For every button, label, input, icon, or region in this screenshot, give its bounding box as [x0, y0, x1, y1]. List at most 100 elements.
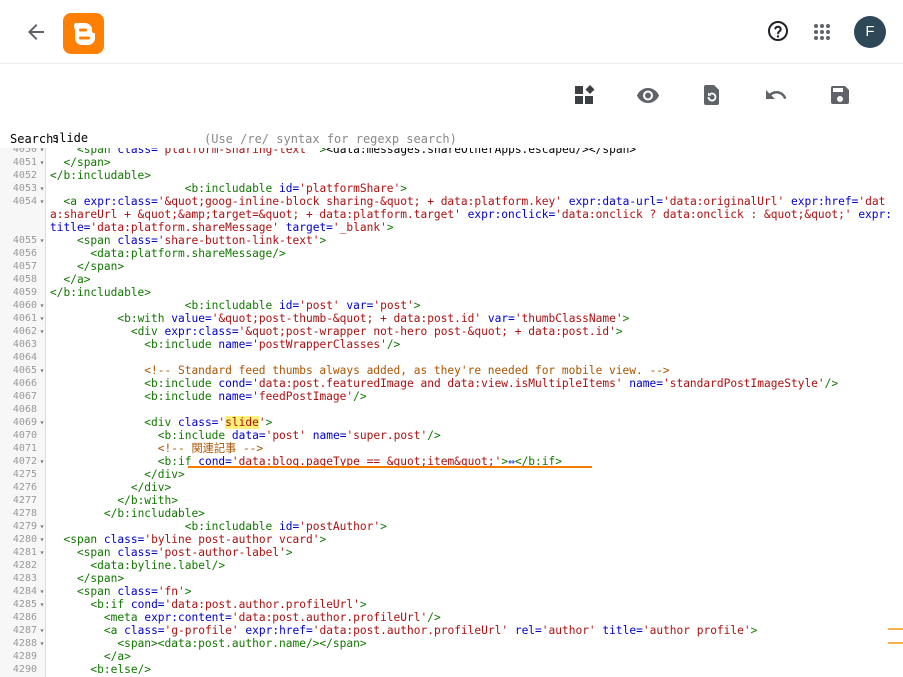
line-number: 4278 — [12, 508, 37, 519]
code-text: <span class='post-author-label'> — [50, 546, 895, 559]
fold-toggle-icon[interactable]: ▾ — [38, 455, 46, 468]
fold-toggle-icon[interactable]: ▾ — [38, 520, 46, 533]
fold-toggle-icon[interactable]: ▾ — [38, 195, 46, 208]
code-line[interactable]: 4057 </span> — [0, 260, 903, 273]
code-token: expr:data-url= — [568, 195, 663, 208]
code-line[interactable]: 4052 </b:includable> — [0, 169, 903, 182]
code-line[interactable]: 4279 ▾ <b:includable id='postAuthor'> — [0, 520, 903, 533]
fold-toggle-icon[interactable]: ▾ — [38, 234, 46, 247]
code-line[interactable]: 4288 ▾ <span><data:post.author.name/></sp… — [0, 637, 903, 650]
help-circle-icon[interactable] — [766, 19, 790, 43]
code-text: </b:includable> — [50, 507, 895, 520]
fold-toggle-icon[interactable]: ▾ — [38, 148, 46, 156]
line-number: 4277 — [12, 495, 37, 506]
code-line[interactable]: 4066 <b:include cond='data:post.featured… — [0, 377, 903, 390]
code-line[interactable]: 4071 <!-- 関連記事 --> — [0, 442, 903, 455]
code-token: value= — [171, 312, 212, 325]
code-line[interactable]: 4281 ▾ <span class='post-author-label'> — [0, 546, 903, 559]
fold-toggle-icon[interactable]: ▾ — [38, 624, 46, 637]
code-line[interactable]: 4065 ▾ <!-- Standard feed thumbs always a… — [0, 364, 903, 377]
code-line[interactable]: 4287 ▾ <a class='g-profile' expr:href='da… — [0, 624, 903, 637]
code-token: 'author profile' — [642, 624, 751, 637]
fold-toggle-icon[interactable]: ▾ — [38, 312, 46, 325]
code-token: <b:if — [157, 455, 192, 468]
code-line[interactable]: 4285 ▾ <b:if cond='data:post.author.profi… — [0, 598, 903, 611]
code-line[interactable]: 4068 — [0, 403, 903, 416]
line-number: 4280 — [12, 534, 37, 545]
fold-toggle-icon[interactable]: ▾ — [38, 598, 46, 611]
arrow-left-icon[interactable] — [24, 20, 48, 44]
code-token: '&quot;goog-inline-block sharing-&quot; … — [157, 195, 562, 208]
fold-toggle-icon[interactable]: ▾ — [38, 364, 46, 377]
account-avatar[interactable]: F — [854, 16, 886, 48]
code-line[interactable]: 4051 ▾ </span> — [0, 156, 903, 169]
code-line[interactable]: 4061 ▾ <b:with value='&quot;post-thumb-&q… — [0, 312, 903, 325]
line-number: 4067 — [12, 391, 37, 402]
code-line[interactable]: 4055 ▾ <span class='share-button-link-tex… — [0, 234, 903, 247]
line-number: 4281 — [12, 547, 37, 558]
code-token: name= — [218, 390, 253, 403]
fold-toggle-icon[interactable]: ▾ — [38, 325, 46, 338]
revert-button[interactable] — [700, 83, 724, 107]
code-text: <b:with value='&quot;post-thumb-&quot; +… — [50, 312, 895, 325]
code-line[interactable]: 4050 ▾ <span class='platform-sharing-text… — [0, 148, 903, 156]
fold-toggle-icon[interactable]: ▾ — [38, 546, 46, 559]
code-text: <b:include name='feedPostImage'/> — [50, 390, 895, 403]
apps-grid-icon[interactable] — [810, 20, 834, 44]
code-text: </a> — [50, 273, 895, 286]
code-token: 'data:post.author.profileUrl' — [231, 611, 428, 624]
search-hint: (Use /re/ syntax for regexp search) — [204, 132, 457, 146]
code-line[interactable]: 4064 — [0, 351, 903, 364]
preview-button[interactable] — [636, 83, 660, 107]
code-line[interactable]: 4054 ▾ <a expr:class='&quot;goog-inline-b… — [0, 195, 903, 234]
code-line[interactable]: 4063 <b:include name='postWrapperClasses… — [0, 338, 903, 351]
code-line[interactable]: 4277 </b:with> — [0, 494, 903, 507]
code-line[interactable]: 4275 </div> — [0, 468, 903, 481]
code-token: 'platform-sharing-text' — [157, 148, 313, 156]
save-button[interactable] — [828, 83, 852, 107]
fold-toggle-icon[interactable]: ▾ — [38, 585, 46, 598]
line-number: 4053 — [12, 183, 37, 194]
code-text: </b:with> — [50, 494, 895, 507]
code-line[interactable]: 4062 ▾ <div expr:class='&quot;post-wrappe… — [0, 325, 903, 338]
code-token: <a — [103, 624, 118, 637]
code-line[interactable]: 4053 ▾ <b:includable id='platformShare'> — [0, 182, 903, 195]
code-line[interactable]: 4283 </span> — [0, 572, 903, 585]
code-line[interactable]: 4280 ▾ <span class='byline post-author vc… — [0, 533, 903, 546]
code-line[interactable]: 4069 ▾ <div class='slide'> — [0, 416, 903, 429]
code-line[interactable]: 4276 </div> — [0, 481, 903, 494]
code-line[interactable]: 4067 <b:include name='feedPostImage'/> — [0, 390, 903, 403]
code-line[interactable]: 4286 <meta expr:content='data:post.autho… — [0, 611, 903, 624]
search-input[interactable] — [52, 129, 192, 147]
search-bar: Search: (Use /re/ syntax for regexp sear… — [0, 128, 903, 148]
code-line[interactable]: 4284 ▾ <span class='fn'> — [0, 585, 903, 598]
code-line[interactable]: 4059 </b:includable> — [0, 286, 903, 299]
code-editor[interactable]: 4050 ▾ <span class='platform-sharing-text… — [0, 148, 903, 677]
undo-button[interactable] — [764, 83, 788, 107]
blogger-logo[interactable] — [63, 13, 104, 54]
fold-toggle-icon[interactable]: ▾ — [38, 182, 46, 195]
fold-toggle-icon[interactable]: ▾ — [38, 533, 46, 546]
code-line[interactable]: 4056 <data:platform.shareMessage/> — [0, 247, 903, 260]
code-line[interactable]: 4060 ▾ <b:includable id='post' var='post'… — [0, 299, 903, 312]
code-line[interactable]: 4282 <data:byline.label/> — [0, 559, 903, 572]
fold-toggle-icon[interactable]: ▾ — [38, 637, 46, 650]
fold-toggle-icon[interactable]: ▾ — [38, 416, 46, 429]
fold-toggle-icon[interactable]: ▾ — [38, 299, 46, 312]
code-line[interactable]: 4278 </b:includable> — [0, 507, 903, 520]
code-line[interactable]: 4290 <b:else/> — [0, 663, 903, 676]
theme-widget-button[interactable] — [573, 83, 597, 107]
code-line[interactable]: 4070 <b:include data='post' name='super.… — [0, 429, 903, 442]
code-line[interactable]: 4058 </a> — [0, 273, 903, 286]
code-line[interactable]: 4289 </a> — [0, 650, 903, 663]
code-token: class= — [178, 416, 219, 429]
code-token: 'post' — [299, 299, 340, 312]
fold-toggle-icon[interactable]: ▾ — [38, 156, 46, 169]
